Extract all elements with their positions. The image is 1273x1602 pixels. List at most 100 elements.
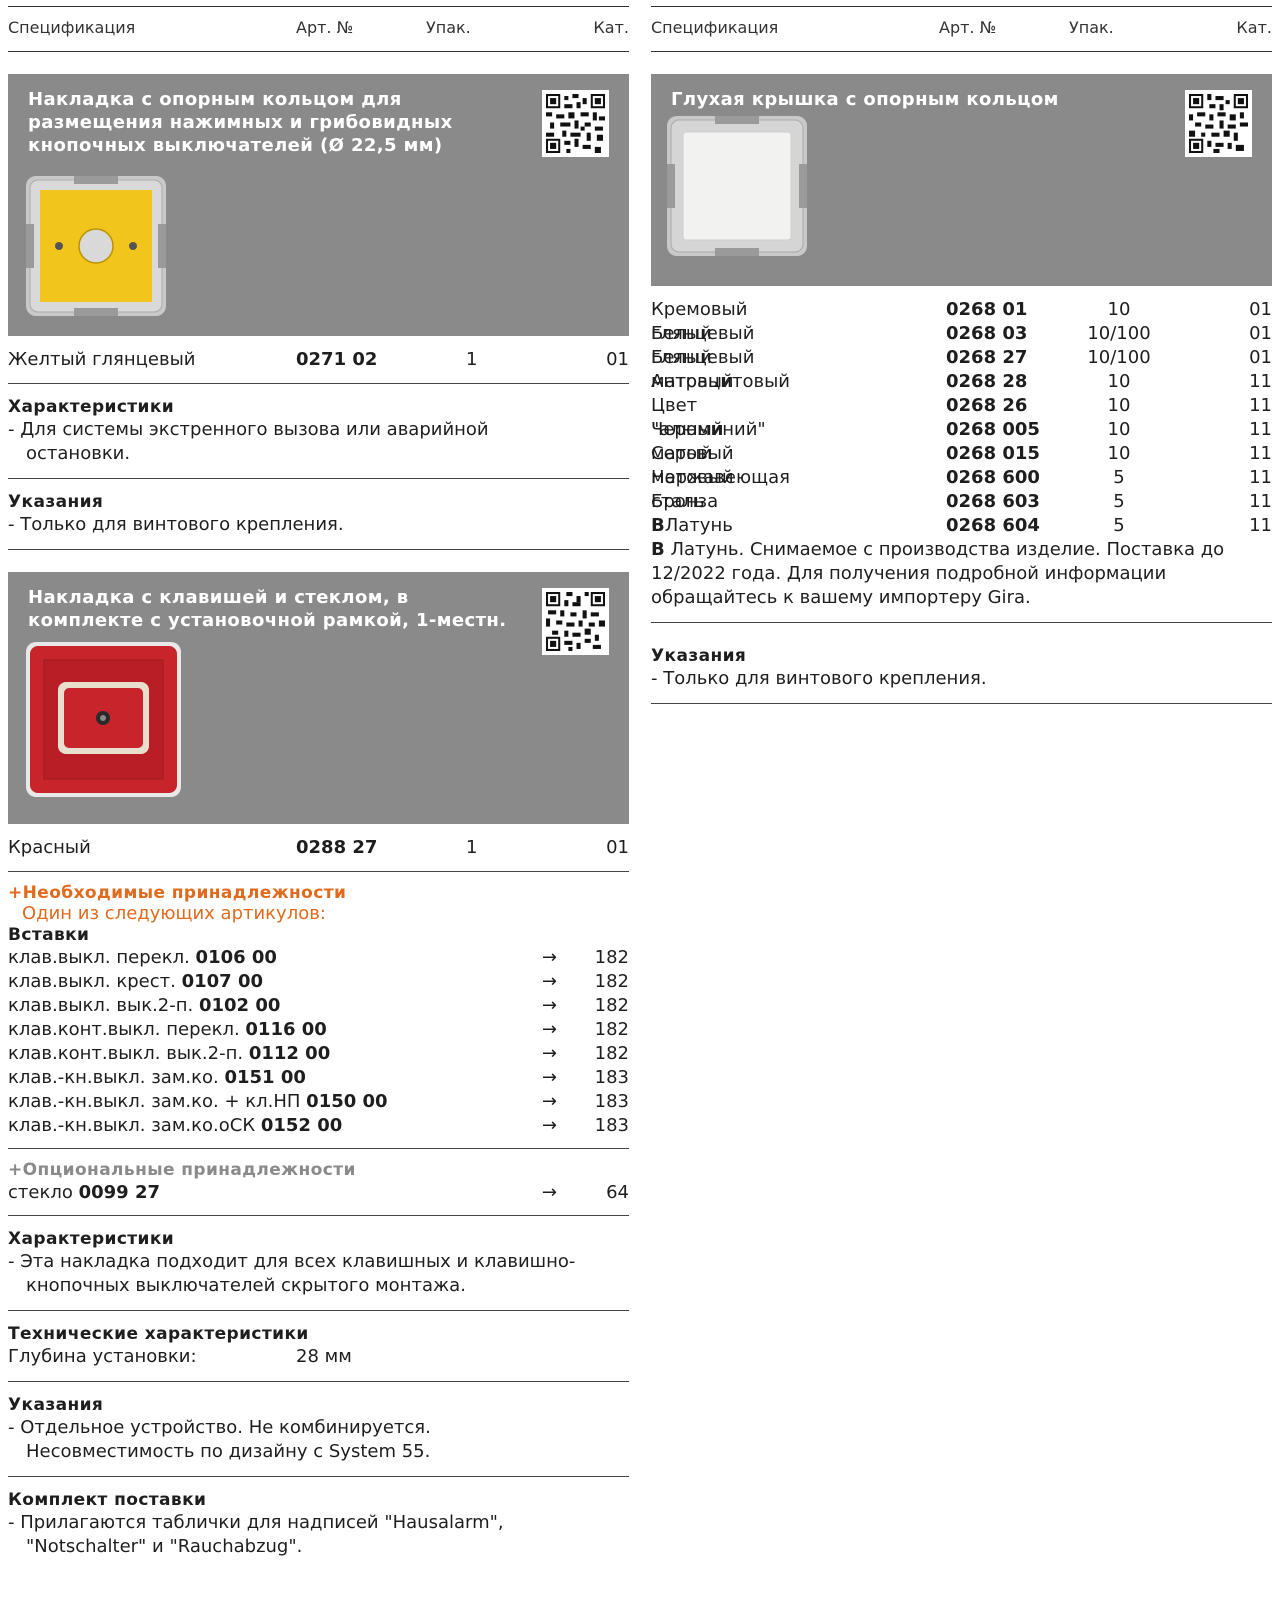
- accessory-label: клав.-кн.выкл. зам.ко. + кл.НП 0150 00: [8, 1090, 388, 1114]
- accessory-page[interactable]: 182: [595, 970, 629, 994]
- header-spec: Спецификация: [8, 18, 136, 37]
- row-art: 0271 02: [296, 349, 378, 370]
- plus-icon: +: [8, 1160, 23, 1180]
- row-pack: 10: [1107, 299, 1131, 320]
- accessory-page[interactable]: 64: [606, 1181, 629, 1205]
- accessory-art: 0150 00: [306, 1091, 388, 1112]
- arrow-right-icon: →: [541, 1019, 557, 1040]
- features-item: - Для системы экстренного вызова или ава…: [8, 419, 489, 464]
- accessory-row: стекло 0099 27 → 64: [8, 1181, 629, 1205]
- row-art: 0268 600: [946, 467, 1040, 488]
- row-pack: 10/100: [1087, 347, 1151, 368]
- accessory-row: клав.-кн.выкл. зам.ко.оСК 0152 00 → 183: [8, 1114, 629, 1138]
- row-cat: 01: [1249, 323, 1272, 344]
- inserts-list: клав.выкл. перекл. 0106 00 → 182 клав.выкл.…: [8, 946, 629, 1138]
- row-art: 0268 603: [946, 491, 1040, 512]
- row-art: 0268 26: [946, 395, 1028, 416]
- product-title-3: Глухая крышка с опорным кольцом: [671, 89, 1059, 110]
- row-pack: 5: [1113, 467, 1125, 488]
- row-cat: 11: [1249, 419, 1272, 440]
- table-row: Красный 0288 27 1 01: [8, 824, 629, 872]
- accessory-page[interactable]: 182: [595, 946, 629, 970]
- arrow-right-icon: →: [541, 1067, 557, 1088]
- accessory-label: клав.выкл. крест. 0107 00: [8, 970, 263, 994]
- accessory-art: 0099 27: [78, 1182, 160, 1203]
- inserts-title: Вставки: [8, 925, 90, 945]
- product-title-1: Накладка с опорным кольцом для размещени…: [28, 88, 453, 157]
- row-art: 0268 27: [946, 347, 1028, 368]
- tech-section: Технические характеристики Глубина устан…: [8, 1311, 629, 1382]
- row-name: Красный: [8, 837, 91, 858]
- right-column: Спецификация Арт. № Упак. Кат. Глухая кр…: [651, 0, 1272, 704]
- accessory-page[interactable]: 183: [595, 1066, 629, 1090]
- notes-title: Указания: [651, 646, 747, 666]
- title-line: размещения нажимных и грибовидных: [28, 112, 453, 133]
- kit-title: Комплект поставки: [8, 1490, 207, 1510]
- row-art: 0268 015: [946, 443, 1040, 464]
- row-pack: 5: [1113, 515, 1125, 536]
- row-cat: 01: [1249, 299, 1272, 320]
- accessory-row: клав.конт.выкл. вык.2-п. 0112 00 → 182: [8, 1042, 629, 1066]
- accessory-desc: клав.-кн.выкл. зам.ко. + кл.НП: [8, 1091, 307, 1112]
- accessory-desc: клав.выкл. вык.2-п.: [8, 995, 199, 1016]
- features-title: Характеристики: [8, 1229, 175, 1249]
- row-name-text: Бронза: [651, 491, 719, 512]
- accessory-desc: клав.выкл. перекл.: [8, 947, 196, 968]
- accessory-label: клав.выкл. вык.2-п. 0102 00: [8, 994, 280, 1018]
- qr-code-icon: [542, 90, 609, 157]
- arrow-right-icon: →: [541, 1115, 557, 1136]
- variants-table: Кремовый глянцевый 0268 01 10 01 Белый глянц…: [651, 286, 1272, 623]
- left-column: Спецификация Арт. № Упак. Кат. Накладка …: [8, 0, 629, 1559]
- qr-code-icon: [542, 588, 609, 655]
- row-cat: 01: [606, 349, 629, 370]
- row-pack: 10/100: [1087, 323, 1151, 344]
- footnote-marker: B: [651, 539, 665, 560]
- table-row: Белый глянцевый 0268 03 10/100 01: [651, 322, 1272, 368]
- table-row: B Латунь 0268 604 5 11: [651, 514, 1272, 538]
- title-line: Накладка с опорным кольцом для: [28, 89, 402, 110]
- accessory-page[interactable]: 182: [595, 1018, 629, 1042]
- tech-title: Технические характеристики: [8, 1324, 309, 1344]
- required-title-text: Необходимые принадлежности: [22, 883, 347, 903]
- table-row: Черный матовый 0268 005 10 11: [651, 418, 1272, 464]
- product-title-2: Накладка с клавишей и стеклом, в комплек…: [28, 586, 507, 632]
- table-row: Антрацитовый 0268 28 10 11: [651, 370, 1272, 394]
- accessory-row: клав.-кн.выкл. зам.ко. 0151 00 → 183: [8, 1066, 629, 1090]
- notes-section-1: Указания - Только для винтового креплени…: [8, 479, 629, 550]
- notes-title: Указания: [8, 1395, 104, 1415]
- accessory-desc: клав.конт.выкл. перекл.: [8, 1019, 246, 1040]
- optional-title: +Опциональные принадлежности: [8, 1159, 629, 1181]
- blank-cover-photo: [667, 116, 807, 260]
- table-row: Серый матовый 0268 015 10 11: [651, 442, 1272, 488]
- footnote-text: Латунь. Снимаемое с производства изделие…: [651, 539, 1225, 608]
- accessory-page[interactable]: 183: [595, 1114, 629, 1138]
- accessory-row: клав.-кн.выкл. зам.ко. + кл.НП 0150 00 → 1…: [8, 1090, 629, 1114]
- accessory-page[interactable]: 182: [595, 1042, 629, 1066]
- required-accessories: +Необходимые принадлежности Один из след…: [8, 872, 629, 1149]
- accessory-label: клав.выкл. перекл. 0106 00: [8, 946, 277, 970]
- table-row: Бронза 0268 603 5 11: [651, 490, 1272, 514]
- row-art: 0268 03: [946, 323, 1028, 344]
- accessory-row: клав.выкл. крест. 0107 00 → 182: [8, 970, 629, 994]
- header-art: Арт. №: [296, 18, 354, 37]
- notes-item: - Только для винтового крепления.: [8, 514, 344, 535]
- optional-accessories: +Опциональные принадлежности стекло 0099…: [8, 1149, 629, 1216]
- row-cat: 11: [1249, 491, 1272, 512]
- accessory-row: клав.конт.выкл. перекл. 0116 00 → 182: [8, 1018, 629, 1042]
- accessory-desc: клав.-кн.выкл. зам.ко.: [8, 1067, 225, 1088]
- row-pack: 10: [1107, 443, 1131, 464]
- header-pack: Упак.: [1069, 18, 1114, 37]
- accessory-page[interactable]: 183: [595, 1090, 629, 1114]
- row-art: 0268 01: [946, 299, 1028, 320]
- accessory-page[interactable]: 182: [595, 994, 629, 1018]
- table-row: Цвет "алюминий" 0268 26 10 11: [651, 394, 1272, 440]
- red-cover-photo: [26, 642, 181, 801]
- accessory-label: клав.конт.выкл. перекл. 0116 00: [8, 1018, 327, 1042]
- accessory-art: 0102 00: [198, 995, 281, 1016]
- row-cat: 01: [606, 837, 629, 858]
- required-sub: Один из следующих артикулов:: [22, 903, 326, 924]
- row-name-text: Латунь: [664, 515, 733, 536]
- row-name: Желтый глянцевый: [8, 349, 196, 370]
- yellow-cover-photo: [26, 176, 166, 320]
- accessory-label: клав.-кн.выкл. зам.ко. 0151 00: [8, 1066, 306, 1090]
